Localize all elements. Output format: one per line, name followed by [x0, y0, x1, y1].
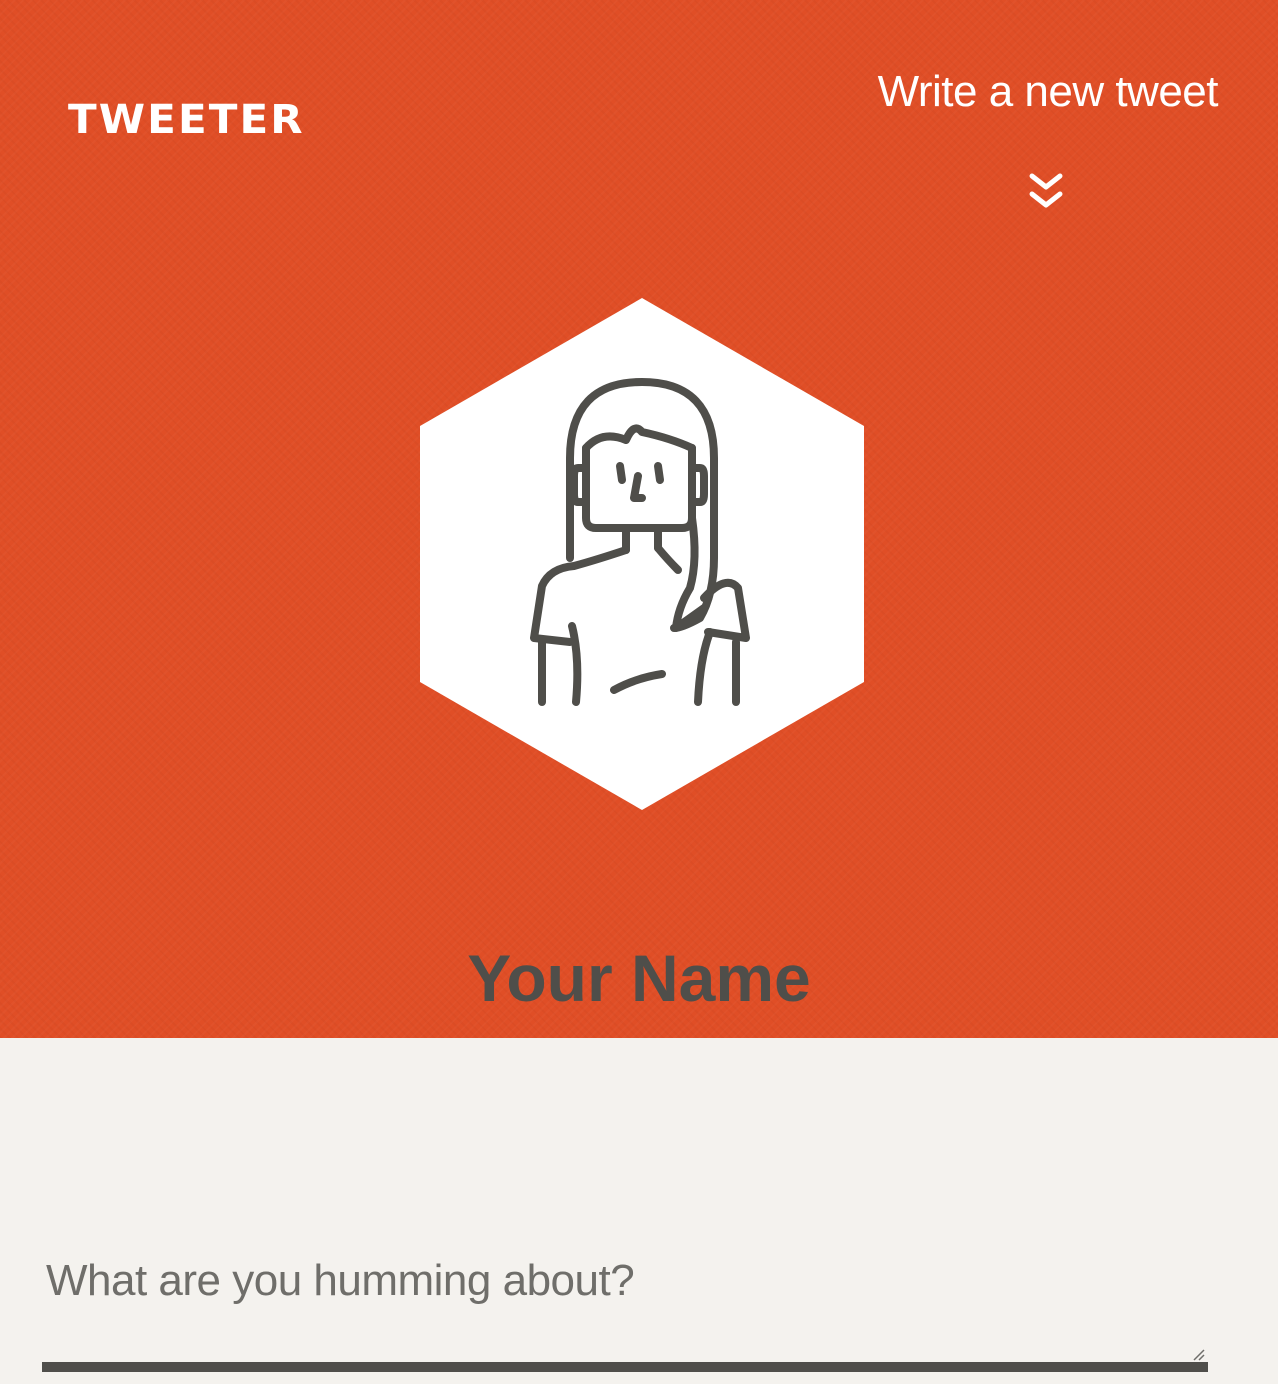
textarea-underline: [42, 1362, 1208, 1372]
tweet-textarea[interactable]: What are you humming about?: [42, 1240, 1208, 1364]
tweet-placeholder: What are you humming about?: [46, 1256, 635, 1305]
woman-avatar-icon: [420, 298, 864, 810]
app-logo[interactable]: TWEETER: [68, 96, 305, 144]
profile-name: Your Name: [467, 941, 811, 1015]
profile-header: TWEETER Write a new tweet Your Name: [0, 0, 1278, 1038]
write-new-tweet-link[interactable]: Write a new tweet: [878, 66, 1219, 118]
avatar-hexagon: [420, 298, 864, 810]
double-chevron-down-icon[interactable]: [1028, 172, 1064, 214]
resize-grip-icon[interactable]: [1190, 1346, 1206, 1362]
